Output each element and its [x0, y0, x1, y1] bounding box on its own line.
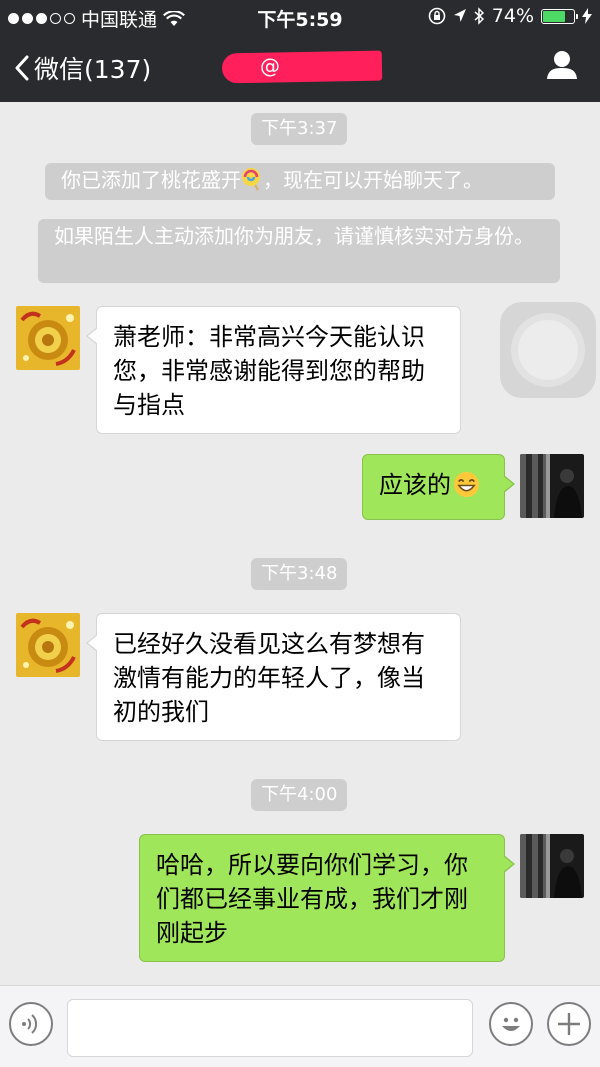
chat-title-fragment: @ — [260, 54, 280, 78]
user-avatar-image — [520, 454, 584, 518]
location-icon — [453, 9, 466, 22]
message-text: 应该的 — [379, 471, 451, 499]
timestamp: 下午4:00 — [251, 779, 348, 811]
self-avatar[interactable] — [520, 454, 584, 518]
nav-bar: 微信(137) @ — [0, 34, 600, 102]
message-outgoing[interactable]: 哈哈，所以要向你们学习，你们都已经事业有成，我们才刚刚起步 — [139, 834, 515, 962]
contact-avatar-image — [16, 306, 80, 370]
message-input[interactable] — [67, 999, 473, 1057]
system-message-text: ，现在可以开始聊天了。 — [263, 168, 483, 192]
plus-icon — [558, 1013, 580, 1035]
contact-avatar-image — [16, 613, 80, 677]
message-incoming[interactable]: 已经好久没看见这么有梦想有激情有能力的年轻人了，像当初的我们 — [86, 613, 461, 741]
assistive-touch-button[interactable] — [500, 302, 596, 398]
system-message-added: 你已添加了桃花盛开 ，现在可以开始聊天了。 — [45, 163, 555, 200]
emoji-icon — [502, 1017, 520, 1031]
self-avatar[interactable] — [520, 834, 584, 898]
voice-button[interactable] — [9, 1002, 53, 1046]
user-avatar-image — [520, 834, 584, 898]
message-outgoing[interactable]: 应该的 — [362, 454, 515, 520]
orientation-lock-icon — [428, 7, 446, 25]
system-message-text: 你已添加了桃花盛开 — [61, 168, 241, 192]
avatar[interactable] — [16, 306, 80, 370]
chevron-left-icon — [15, 55, 29, 81]
message-incoming[interactable]: 萧老师：非常高兴今天能认识您，非常感谢能得到您的帮助与指点 — [86, 306, 461, 434]
charging-bolt-icon — [582, 8, 592, 24]
person-icon — [547, 51, 577, 79]
back-label: 微信(137) — [34, 55, 152, 84]
bluetooth-icon — [474, 7, 484, 25]
avatar[interactable] — [16, 613, 80, 677]
status-bar: 中国联通 下午5:59 74% — [0, 0, 600, 34]
battery-icon — [541, 8, 578, 24]
emoji-button[interactable] — [489, 1002, 533, 1046]
more-button[interactable] — [547, 1002, 591, 1046]
back-button[interactable]: 微信(137) — [14, 50, 151, 86]
battery-percent: 74% — [491, 5, 534, 27]
voice-icon — [22, 1014, 38, 1034]
top-bar: 中国联通 下午5:59 74% 微信(137) @ — [0, 0, 600, 102]
input-bar — [0, 985, 600, 1067]
timestamp: 下午3:48 — [251, 558, 348, 590]
chat-profile-button[interactable] — [546, 50, 578, 84]
lollipop-emoji — [242, 168, 260, 191]
grinning-face-emoji — [453, 471, 480, 498]
chat-title: @ — [221, 50, 383, 84]
timestamp: 下午3:37 — [251, 113, 348, 145]
system-message-warning: 如果陌生人主动添加你为朋友，请谨慎核实对方身份。 — [38, 219, 560, 283]
chat-area[interactable]: 下午3:37 你已添加了桃花盛开 ，现在可以开始聊天了。 如果陌生人主动添加你为… — [0, 102, 600, 985]
